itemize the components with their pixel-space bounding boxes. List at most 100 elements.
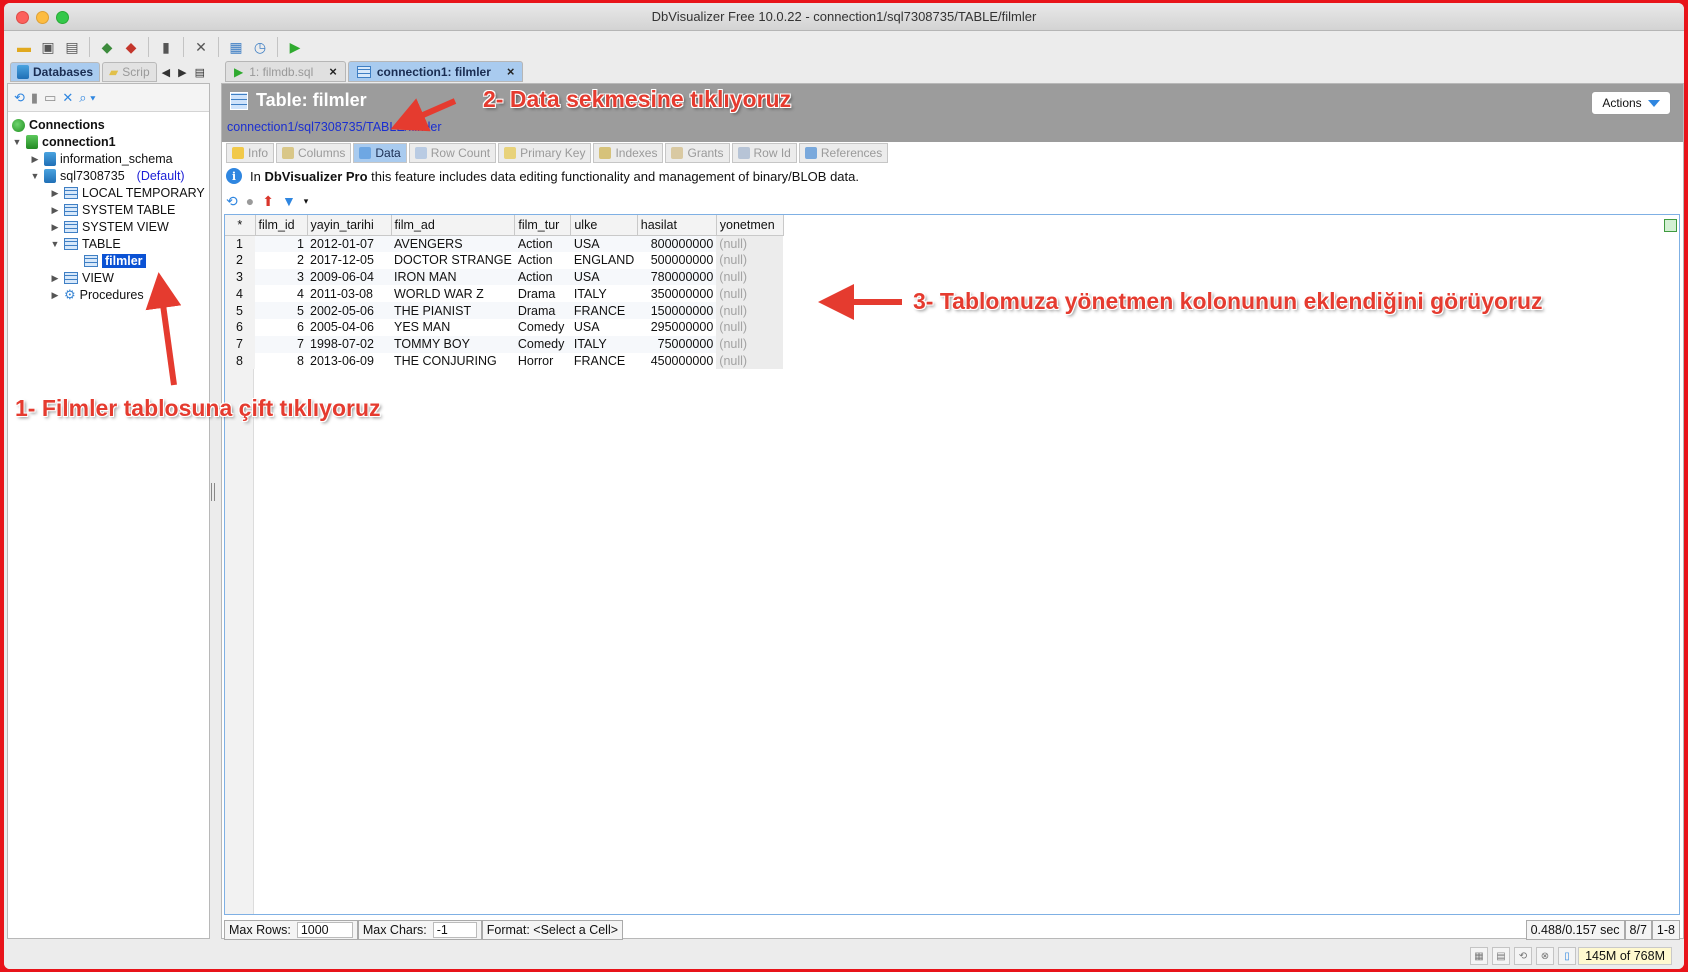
- column-header-yonetmen[interactable]: yonetmen: [716, 215, 784, 236]
- table-cell[interactable]: Action: [515, 252, 571, 269]
- table-icon[interactable]: ▦: [226, 37, 246, 57]
- subtab-row-id[interactable]: Row Id: [731, 143, 797, 163]
- table-cell[interactable]: USA: [570, 268, 638, 286]
- table-cell[interactable]: Comedy: [515, 319, 571, 336]
- table-cell[interactable]: 3: [255, 268, 307, 286]
- column-header-hasilat[interactable]: hasilat: [637, 215, 717, 236]
- column-header-film-ad[interactable]: film_ad: [391, 215, 516, 236]
- panel-splitter-handle[interactable]: [211, 483, 215, 501]
- table-cell[interactable]: Drama: [515, 285, 571, 302]
- table-cell[interactable]: (null): [716, 352, 784, 370]
- filter-icon[interactable]: ▼: [282, 193, 296, 209]
- refresh-icon[interactable]: ⟲: [226, 193, 238, 210]
- table-cell[interactable]: 1998-07-02: [307, 335, 391, 353]
- table-cell[interactable]: USA: [570, 235, 638, 252]
- properties-icon[interactable]: ▮: [31, 90, 38, 106]
- table-cell[interactable]: THE CONJURING: [391, 353, 515, 370]
- disconnect-icon[interactable]: ◆: [121, 37, 141, 57]
- table-cell[interactable]: Action: [514, 235, 571, 252]
- table-cell[interactable]: FRANCE: [571, 353, 637, 370]
- table-cell[interactable]: (null): [716, 285, 784, 303]
- expand-right-icon[interactable]: ▶: [50, 290, 60, 301]
- sync-icon[interactable]: ⟲: [1514, 947, 1532, 965]
- expand-right-icon[interactable]: ▶: [50, 273, 60, 284]
- open-folder-icon[interactable]: ▬: [14, 37, 34, 57]
- table-cell[interactable]: 2017-12-05: [307, 252, 391, 269]
- actions-button[interactable]: Actions: [1591, 91, 1671, 115]
- table-cell[interactable]: 1: [255, 235, 307, 252]
- stop-icon[interactable]: ●: [246, 193, 254, 209]
- table-cell[interactable]: 780000000: [637, 268, 717, 286]
- table-cell[interactable]: 4: [255, 285, 307, 302]
- close-tab-icon[interactable]: ×: [329, 64, 337, 79]
- corner-cell[interactable]: *: [225, 215, 256, 236]
- expand-right-icon[interactable]: ▶: [50, 222, 60, 233]
- subtab-info[interactable]: Info: [226, 143, 275, 163]
- tab-databases[interactable]: Databases: [10, 62, 101, 82]
- disconnect-all-icon[interactable]: ▭: [44, 90, 56, 106]
- tree-node-local-temporary[interactable]: ▶ LOCAL TEMPORARY: [50, 184, 205, 202]
- table-cell[interactable]: Drama: [514, 302, 571, 319]
- table-cell[interactable]: 8: [255, 353, 307, 370]
- tab-left-arrow-icon[interactable]: ◀: [159, 66, 173, 79]
- subtab-references[interactable]: References: [798, 143, 889, 163]
- expand-down-icon[interactable]: ▼: [30, 171, 40, 181]
- table-cell[interactable]: 6: [255, 319, 307, 336]
- close-tab-icon[interactable]: ×: [507, 64, 515, 79]
- column-header-film-tur[interactable]: film_tur: [514, 215, 572, 236]
- table-cell[interactable]: FRANCE: [570, 302, 638, 319]
- tree-node-information-schema[interactable]: ▶ information_schema: [30, 150, 173, 168]
- tab-list-icon[interactable]: ▤: [192, 66, 208, 79]
- table-cell[interactable]: USA: [571, 319, 637, 336]
- table-cell[interactable]: (null): [716, 335, 784, 353]
- tree-node-sql7308735[interactable]: ▼ sql7308735 (Default): [30, 167, 185, 185]
- export-icon[interactable]: ⬆: [262, 193, 274, 210]
- trash-icon[interactable]: ▯: [1558, 947, 1576, 965]
- tree-node-procedures[interactable]: ▶ ⚙ Procedures: [50, 286, 144, 304]
- table-row[interactable]: 4 4 2011-03-08 WORLD WAR Z Drama ITALY 3500000…: [225, 285, 784, 303]
- expand-right-icon[interactable]: ▶: [30, 154, 40, 165]
- max-chars-input[interactable]: -1: [432, 922, 477, 938]
- max-rows-input[interactable]: 1000: [296, 922, 353, 938]
- database-icon[interactable]: ▮: [156, 37, 176, 57]
- table-cell[interactable]: 2: [255, 252, 307, 269]
- table-cell[interactable]: THE PIANIST: [391, 302, 515, 319]
- table-cell[interactable]: IRON MAN: [391, 268, 515, 286]
- stop-circle-icon[interactable]: ⊗: [1536, 947, 1554, 965]
- table-cell[interactable]: 350000000: [637, 285, 716, 302]
- table-cell[interactable]: Comedy: [514, 335, 571, 353]
- subtab-row-count[interactable]: Row Count: [408, 143, 497, 163]
- tree-node-system-view[interactable]: ▶ SYSTEM VIEW: [50, 218, 169, 236]
- format-box[interactable]: Format: <Select a Cell>: [481, 920, 624, 940]
- run-icon[interactable]: ▶: [285, 37, 305, 57]
- tab-right-arrow-icon[interactable]: ▶: [175, 66, 189, 79]
- column-header-film-id[interactable]: film_id: [255, 215, 308, 236]
- table-cell[interactable]: 5: [255, 302, 307, 319]
- table-cell[interactable]: (null): [716, 235, 784, 252]
- column-header-yayin-tarihi[interactable]: yayin_tarihi: [307, 215, 392, 236]
- expand-right-icon[interactable]: ▶: [50, 205, 60, 216]
- table-cell[interactable]: ITALY: [571, 285, 637, 302]
- table-cell[interactable]: (null): [716, 251, 784, 269]
- table-cell[interactable]: 2009-06-04: [307, 268, 391, 286]
- save-all-icon[interactable]: ▤: [62, 37, 82, 57]
- column-header-ulke[interactable]: ulke: [570, 215, 638, 236]
- subtab-indexes[interactable]: Indexes: [593, 143, 664, 163]
- tree-node-connections[interactable]: Connections: [12, 116, 105, 134]
- subtab-grants[interactable]: Grants: [665, 143, 730, 163]
- table-cell[interactable]: (null): [716, 302, 784, 319]
- subtab-primary-key[interactable]: Primary Key: [498, 143, 592, 163]
- table-row[interactable]: 7 7 1998-07-02 TOMMY BOY Comedy ITALY 75000000…: [225, 335, 784, 353]
- table-row[interactable]: 2 2 2017-12-05 DOCTOR STRANGE Action ENGLAND 5…: [225, 251, 784, 269]
- save-icon[interactable]: ▣: [38, 37, 58, 57]
- subtab-data[interactable]: Data: [353, 143, 407, 163]
- table-cell[interactable]: 2012-01-07: [307, 235, 391, 252]
- table-cell[interactable]: WORLD WAR Z: [391, 285, 515, 302]
- tab-filmdb-sql[interactable]: ▶ 1: filmdb.sql ×: [225, 61, 346, 82]
- collapse-icon[interactable]: ✕: [62, 90, 73, 106]
- table-cell[interactable]: DOCTOR STRANGE: [391, 252, 515, 269]
- table-cell[interactable]: 2005-04-06: [307, 319, 391, 336]
- table-cell[interactable]: 2011-03-08: [307, 285, 391, 302]
- table-cell[interactable]: (null): [716, 268, 784, 286]
- table-cell[interactable]: Action: [514, 268, 571, 286]
